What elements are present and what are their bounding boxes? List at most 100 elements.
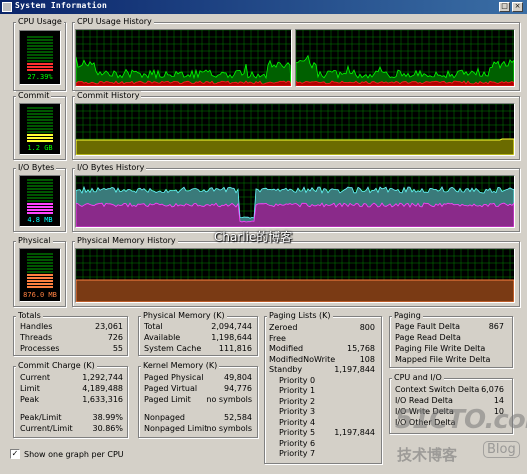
gauge-segment [27, 206, 53, 208]
gauge-segment [27, 194, 53, 196]
stat-label: Zeroed [269, 323, 298, 332]
gauge-segment [27, 191, 53, 193]
stat-label: Mapped File Write Delta [395, 355, 491, 364]
gauge-segment [27, 134, 53, 136]
commit-history-graph [75, 103, 515, 156]
cpu-usage-history-group: CPU Usage History [72, 17, 520, 91]
gauge-segment [27, 122, 53, 124]
gauge-segment [27, 116, 53, 118]
stat-value: 2,094,744 [211, 322, 252, 331]
paging-title: Paging [392, 311, 423, 320]
stat-label: Paged Physical [144, 373, 204, 382]
stat-label: System Cache [144, 344, 202, 353]
stat-label: Nonpaged Limit [144, 424, 208, 433]
gauge-segment [27, 39, 53, 41]
stat-value: 94,776 [224, 384, 252, 393]
stat-label: Priority 7 [279, 449, 316, 458]
gauge-segment [27, 197, 53, 199]
stat-label: Nonpaged [144, 413, 186, 422]
gauge-segment [27, 185, 53, 187]
gauge-segment [27, 51, 53, 53]
gauge-segment [27, 256, 53, 258]
physical-memory-history-graph [75, 248, 515, 303]
gauge-segment [27, 280, 53, 282]
stat-value: 1,198,644 [211, 333, 252, 342]
brand-watermark: 51CTO.com [395, 405, 527, 435]
commit-value: 1.2 GB [27, 144, 53, 152]
stat-value: 4,189,488 [82, 384, 123, 393]
stat-label: Handles [20, 322, 53, 331]
gauge-segment [27, 188, 53, 190]
commit-title: Commit [16, 91, 52, 100]
gauge-segment [27, 179, 53, 181]
gauge-segment [27, 182, 53, 184]
gauge-segment [27, 212, 53, 214]
totals-title: Totals [16, 311, 43, 320]
stat-label: I/O Read Delta [395, 396, 453, 405]
gauge-segment [27, 274, 53, 276]
cpu-usage-group: CPU Usage 27.39% [13, 17, 66, 91]
stat-label: Total [144, 322, 163, 331]
io-bytes-history-graph [75, 175, 515, 228]
stat-label: Priority 5 [279, 428, 316, 437]
io-bytes-history-group: I/O Bytes History [72, 163, 520, 232]
stat-value: 14 [493, 396, 504, 405]
gauge-segment [27, 66, 53, 68]
stat-label: Available [144, 333, 181, 342]
stat-label: Priority 3 [279, 407, 316, 416]
physical-gauge: 876.0 MB [19, 248, 61, 302]
app-icon [2, 2, 12, 12]
gauge-segment [27, 265, 53, 267]
maximize-button[interactable]: □ [499, 2, 510, 12]
cpu-usage-value: 27.39% [27, 73, 53, 81]
commit-gauge: 1.2 GB [19, 103, 61, 155]
gauge-segment [27, 45, 53, 47]
stat-value: 15,768 [347, 344, 375, 353]
show-one-graph-per-cpu-label[interactable]: Show one graph per CPU [24, 450, 124, 459]
physical-value: 876.0 MB [23, 291, 57, 299]
stat-value: 38.99% [92, 413, 123, 422]
gauge-segment [27, 203, 53, 205]
physical-gauge-bars [27, 252, 53, 289]
blog-watermark: Blog [483, 441, 520, 458]
gauge-segment [27, 54, 53, 56]
cpu-usage-gauge: 27.39% [19, 30, 61, 85]
stat-label: Peak/Limit [20, 413, 62, 422]
gauge-segment [27, 48, 53, 50]
cpu-history-graph-1 [295, 29, 515, 87]
stat-label: Standby [269, 365, 303, 374]
kernel-memory-group: Kernel Memory (K) Paged Physical 49,804 Pa… [138, 361, 258, 438]
totals-group: Totals Handles 23,061 Threads 726 Processes 5… [13, 311, 128, 356]
center-watermark: Charlie的博客 [214, 230, 293, 244]
commit-history-title: Commit History [75, 91, 142, 100]
stat-label: Processes [20, 344, 60, 353]
stat-value: 1,197,844 [334, 428, 375, 437]
io-gauge-bars [27, 179, 53, 215]
stat-value: 800 [359, 323, 375, 332]
window-title: System Information [15, 1, 108, 10]
commit-charge-group: Commit Charge (K) Current 1,292,744 Limit 4… [13, 361, 128, 438]
commit-group: Commit 1.2 GB [13, 91, 66, 160]
cpu-usage-title: CPU Usage [16, 17, 64, 26]
gauge-segment [27, 268, 53, 270]
io-other-trace [76, 202, 514, 227]
stat-label: Peak [20, 395, 39, 404]
io-bytes-title: I/O Bytes [16, 163, 57, 172]
stat-label: Page Read Delta [395, 333, 461, 342]
physical-memory-title: Physical Memory (K) [141, 311, 227, 320]
gauge-segment [27, 271, 53, 273]
close-button[interactable]: × [512, 2, 523, 12]
physical-title: Physical [16, 236, 53, 245]
stat-label: Priority 0 [279, 375, 316, 385]
cpu-history-graph-0 [75, 29, 292, 87]
show-one-graph-per-cpu-checkbox[interactable]: ✓ [10, 449, 20, 459]
stat-value: 726 [107, 333, 123, 342]
cpu-usage-history-title: CPU Usage History [75, 17, 154, 26]
gauge-segment [27, 200, 53, 202]
gauge-segment [27, 277, 53, 279]
gauge-segment [27, 259, 53, 261]
physical-group: Physical 876.0 MB [13, 236, 66, 307]
blog-cn-watermark: 技术博客 [397, 446, 458, 464]
stat-value: 55 [112, 344, 123, 353]
gauge-segment [27, 42, 53, 44]
